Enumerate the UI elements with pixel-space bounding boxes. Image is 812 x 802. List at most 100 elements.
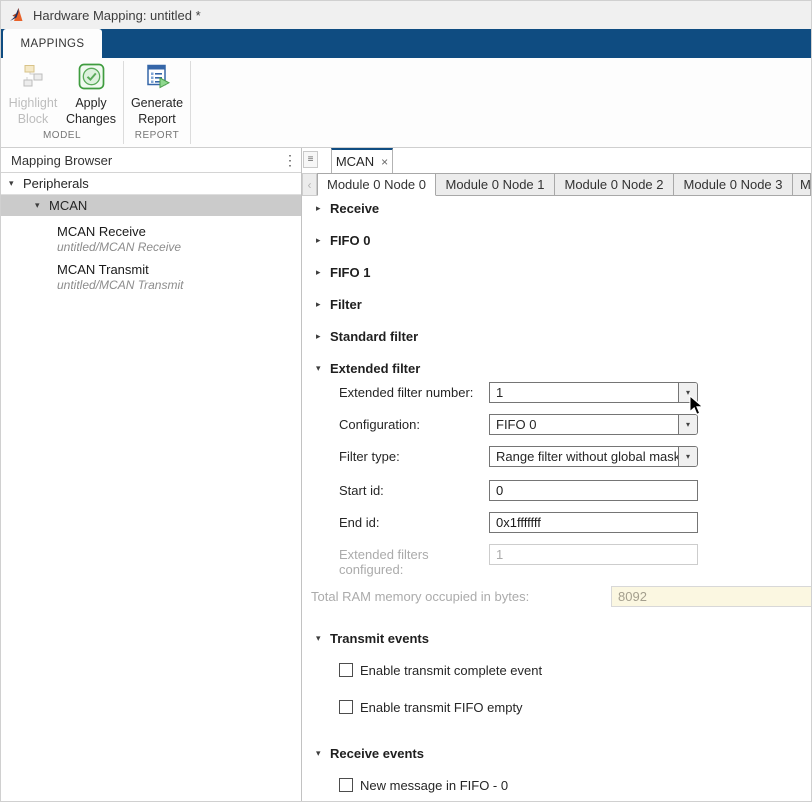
transmit-fifo-empty-row: Enable transmit FIFO empty <box>339 699 811 715</box>
mapping-browser-title: Mapping Browser <box>1 153 279 168</box>
new-message-fifo0-checkbox[interactable] <box>339 778 353 792</box>
extended-filters-configured-input <box>489 544 698 565</box>
extended-filter-number-row: Extended filter number: 1 ▾ <box>339 382 811 404</box>
document-tab-mcan[interactable]: MCAN × <box>331 148 393 173</box>
section-receive[interactable]: ▸ Receive <box>316 200 811 216</box>
start-id-row: Start id: <box>339 480 811 502</box>
expanded-arrow-icon[interactable]: ▾ <box>9 178 17 189</box>
tab-scroll-left-icon[interactable]: ‹ <box>302 173 317 196</box>
module-node-tabstrip: ‹ Module 0 Node 0 Module 0 Node 1 Module… <box>302 173 811 196</box>
new-message-fifo0-row: New message in FIFO - 0 <box>339 777 811 793</box>
tab-module0-node1[interactable]: Module 0 Node 1 <box>436 173 555 196</box>
field-label: End id: <box>339 512 489 534</box>
collapsed-arrow-icon: ▸ <box>316 331 325 342</box>
tree-node-peripherals[interactable]: ▾ Peripherals <box>1 173 301 195</box>
matlab-logo-icon <box>9 7 26 23</box>
document-tab-label: MCAN <box>336 154 374 169</box>
combobox-value: FIFO 0 <box>490 415 678 434</box>
panel-options-icon[interactable]: ⋮ <box>279 152 301 169</box>
highlight-block-icon <box>20 63 47 90</box>
section-standard-filter[interactable]: ▸ Standard filter <box>316 328 811 344</box>
ribbon-tab-strip: MAPPINGS <box>1 29 811 58</box>
field-label: Extended filters configured: <box>339 544 489 566</box>
section-fifo0[interactable]: ▸ FIFO 0 <box>316 232 811 248</box>
expanded-arrow-icon: ▾ <box>316 748 325 759</box>
window-title: Hardware Mapping: untitled * <box>33 8 201 23</box>
filter-type-combobox[interactable]: Range filter without global mask ▾ <box>489 446 698 467</box>
highlight-block-label: HighlightBlock <box>9 95 58 128</box>
titlebar: Hardware Mapping: untitled * <box>1 1 811 29</box>
highlight-block-button[interactable]: HighlightBlock <box>4 63 62 130</box>
section-fifo1[interactable]: ▸ FIFO 1 <box>316 264 811 280</box>
extended-filters-configured-row: Extended filters configured: <box>339 544 811 566</box>
mapping-browser-header: Mapping Browser ⋮ <box>1 148 301 173</box>
expanded-arrow-icon: ▾ <box>316 633 325 644</box>
combobox-value: 1 <box>490 383 678 402</box>
tree-item-name: MCAN Receive <box>57 224 301 239</box>
transmit-complete-event-row: Enable transmit complete event <box>339 662 811 678</box>
tab-module0-node0[interactable]: Module 0 Node 0 <box>317 173 436 196</box>
configuration-combobox[interactable]: FIFO 0 ▾ <box>489 414 698 435</box>
tree-node-label: MCAN <box>49 198 87 213</box>
field-label: Filter type: <box>339 446 489 468</box>
toolbar-separator <box>190 61 191 144</box>
section-transmit-events[interactable]: ▾ Transmit events <box>316 630 811 646</box>
filter-type-row: Filter type: Range filter without global… <box>339 446 811 468</box>
enable-transmit-fifo-empty-checkbox[interactable] <box>339 700 353 714</box>
checkbox-label: New message in FIFO - 0 <box>360 778 508 793</box>
section-filter[interactable]: ▸ Filter <box>316 296 811 312</box>
document-tabbar: ≡ MCAN × <box>302 148 811 173</box>
tree-node-label: Peripherals <box>23 176 89 191</box>
expanded-arrow-icon: ▾ <box>316 363 325 374</box>
tab-module0-node3[interactable]: Module 0 Node 3 <box>674 173 793 196</box>
chevron-down-icon[interactable]: ▾ <box>678 383 697 402</box>
field-label: Configuration: <box>339 414 489 436</box>
collapsed-arrow-icon: ▸ <box>316 267 325 278</box>
tree-item-mcan-transmit[interactable]: MCAN Transmit untitled/MCAN Transmit <box>57 262 301 292</box>
total-ram-row: Total RAM memory occupied in bytes: <box>311 586 811 608</box>
start-id-input[interactable] <box>489 480 698 501</box>
chevron-down-icon[interactable]: ▾ <box>678 447 697 466</box>
configuration-row: Configuration: FIFO 0 ▾ <box>339 414 811 436</box>
node-settings-form: ▸ Receive ▸ FIFO 0 ▸ FIFO 1 ▸ Filter ▸ <box>302 196 811 802</box>
report-group: GenerateReport REPORT <box>124 58 190 147</box>
editor-panel: ≡ MCAN × ‹ Module 0 Node 0 Module 0 Node… <box>302 148 811 802</box>
chevron-down-icon[interactable]: ▾ <box>678 415 697 434</box>
extended-filter-number-combobox[interactable]: 1 ▾ <box>489 382 698 403</box>
close-icon[interactable]: × <box>381 155 388 169</box>
expanded-arrow-icon[interactable]: ▾ <box>35 200 43 211</box>
end-id-row: End id: <box>339 512 811 534</box>
apply-changes-label: ApplyChanges <box>66 95 116 128</box>
generate-report-button[interactable]: GenerateReport <box>126 63 188 130</box>
panel-menu-icon[interactable]: ≡ <box>303 151 318 168</box>
tab-module0-node2[interactable]: Module 0 Node 2 <box>555 173 674 196</box>
hardware-mapping-window: Hardware Mapping: untitled * MAPPINGS Hi… <box>0 0 812 802</box>
tree-node-mcan[interactable]: ▾ MCAN <box>1 195 301 216</box>
tab-mappings[interactable]: MAPPINGS <box>3 29 102 58</box>
tree-item-name: MCAN Transmit <box>57 262 301 277</box>
collapsed-arrow-icon: ▸ <box>316 203 325 214</box>
apply-changes-button[interactable]: ApplyChanges <box>62 63 120 130</box>
field-label: Extended filter number: <box>339 382 489 404</box>
tree-item-path: untitled/MCAN Receive <box>57 240 301 254</box>
report-group-label: REPORT <box>124 130 190 147</box>
peripherals-tree: ▾ Peripherals ▾ MCAN MCAN Receive untitl… <box>1 173 301 292</box>
tree-item-mcan-receive[interactable]: MCAN Receive untitled/MCAN Receive <box>57 224 301 254</box>
apply-changes-icon <box>78 63 105 90</box>
checkbox-label: Enable transmit FIFO empty <box>360 700 523 715</box>
section-receive-events[interactable]: ▾ Receive events <box>316 745 811 761</box>
checkbox-label: Enable transmit complete event <box>360 663 542 678</box>
tab-module0-node4-truncated[interactable]: M <box>793 173 811 196</box>
model-group: HighlightBlock ApplyChanges MODEL <box>1 58 123 147</box>
field-label: Start id: <box>339 480 489 502</box>
section-extended-filter[interactable]: ▾ Extended filter <box>316 360 811 376</box>
model-group-label: MODEL <box>1 130 123 147</box>
collapsed-arrow-icon: ▸ <box>316 299 325 310</box>
end-id-input[interactable] <box>489 512 698 533</box>
generate-report-icon <box>144 63 171 90</box>
tree-item-path: untitled/MCAN Transmit <box>57 278 301 292</box>
enable-transmit-complete-checkbox[interactable] <box>339 663 353 677</box>
generate-report-label: GenerateReport <box>131 95 183 128</box>
collapsed-arrow-icon: ▸ <box>316 235 325 246</box>
combobox-value: Range filter without global mask <box>490 447 678 466</box>
